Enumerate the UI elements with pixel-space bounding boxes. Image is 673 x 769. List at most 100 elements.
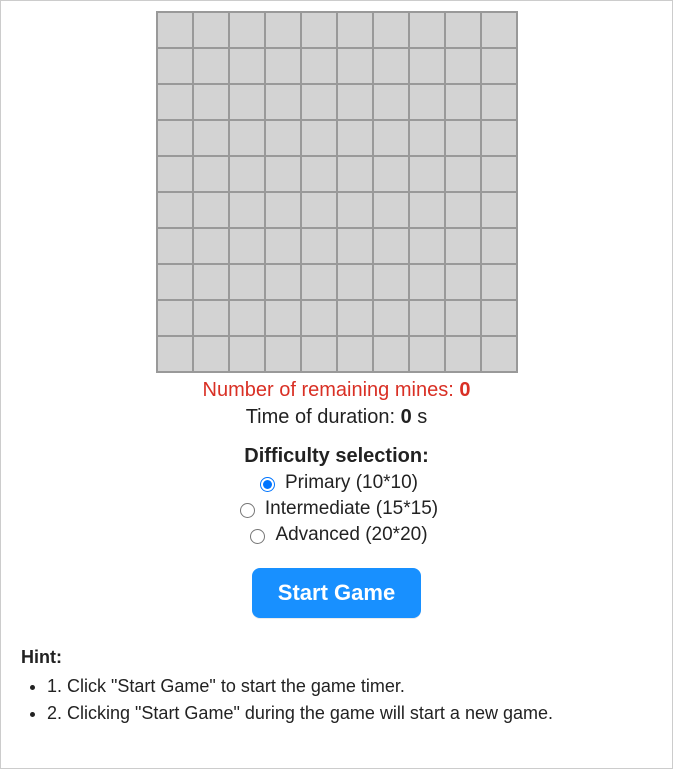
grid-cell[interactable] xyxy=(229,120,265,156)
difficulty-option[interactable]: Primary (10*10) xyxy=(255,472,418,494)
grid-cell[interactable] xyxy=(481,84,517,120)
grid-cell[interactable] xyxy=(193,192,229,228)
start-game-button[interactable]: Start Game xyxy=(252,568,421,618)
grid-cell[interactable] xyxy=(373,84,409,120)
grid-cell[interactable] xyxy=(373,120,409,156)
grid-cell[interactable] xyxy=(265,48,301,84)
grid-cell[interactable] xyxy=(373,264,409,300)
grid-cell[interactable] xyxy=(157,192,193,228)
grid-cell[interactable] xyxy=(337,192,373,228)
grid-cell[interactable] xyxy=(157,300,193,336)
grid-cell[interactable] xyxy=(301,300,337,336)
grid-cell[interactable] xyxy=(445,228,481,264)
grid-cell[interactable] xyxy=(409,84,445,120)
grid-cell[interactable] xyxy=(301,48,337,84)
grid-cell[interactable] xyxy=(265,84,301,120)
grid-cell[interactable] xyxy=(481,336,517,372)
grid-cell[interactable] xyxy=(193,228,229,264)
grid-cell[interactable] xyxy=(229,84,265,120)
grid-cell[interactable] xyxy=(301,192,337,228)
grid-cell[interactable] xyxy=(373,300,409,336)
grid-cell[interactable] xyxy=(157,12,193,48)
grid-cell[interactable] xyxy=(229,264,265,300)
grid-cell[interactable] xyxy=(265,336,301,372)
grid-cell[interactable] xyxy=(157,48,193,84)
grid-cell[interactable] xyxy=(157,228,193,264)
grid-cell[interactable] xyxy=(445,300,481,336)
grid-cell[interactable] xyxy=(337,300,373,336)
grid-cell[interactable] xyxy=(337,120,373,156)
grid-cell[interactable] xyxy=(409,192,445,228)
grid-cell[interactable] xyxy=(337,48,373,84)
grid-cell[interactable] xyxy=(301,84,337,120)
grid-cell[interactable] xyxy=(445,84,481,120)
grid-cell[interactable] xyxy=(157,120,193,156)
grid-cell[interactable] xyxy=(265,120,301,156)
grid-cell[interactable] xyxy=(481,48,517,84)
grid-cell[interactable] xyxy=(229,300,265,336)
grid-cell[interactable] xyxy=(301,120,337,156)
grid-cell[interactable] xyxy=(445,120,481,156)
grid-cell[interactable] xyxy=(301,336,337,372)
grid-cell[interactable] xyxy=(229,156,265,192)
grid-cell[interactable] xyxy=(265,264,301,300)
grid-cell[interactable] xyxy=(265,12,301,48)
difficulty-option[interactable]: Intermediate (15*15) xyxy=(235,498,438,520)
grid-cell[interactable] xyxy=(373,156,409,192)
grid-cell[interactable] xyxy=(193,84,229,120)
grid-cell[interactable] xyxy=(373,12,409,48)
grid-cell[interactable] xyxy=(301,264,337,300)
grid-cell[interactable] xyxy=(409,156,445,192)
grid-cell[interactable] xyxy=(193,156,229,192)
grid-cell[interactable] xyxy=(409,48,445,84)
grid-cell[interactable] xyxy=(193,336,229,372)
grid-cell[interactable] xyxy=(409,300,445,336)
difficulty-option[interactable]: Advanced (20*20) xyxy=(245,524,427,546)
grid-cell[interactable] xyxy=(445,48,481,84)
grid-cell[interactable] xyxy=(481,300,517,336)
grid-cell[interactable] xyxy=(337,228,373,264)
grid-cell[interactable] xyxy=(265,156,301,192)
grid-cell[interactable] xyxy=(373,228,409,264)
grid-cell[interactable] xyxy=(481,192,517,228)
grid-cell[interactable] xyxy=(229,192,265,228)
grid-cell[interactable] xyxy=(481,264,517,300)
grid-cell[interactable] xyxy=(481,228,517,264)
grid-cell[interactable] xyxy=(445,12,481,48)
grid-cell[interactable] xyxy=(229,336,265,372)
grid-cell[interactable] xyxy=(157,156,193,192)
grid-cell[interactable] xyxy=(229,48,265,84)
grid-cell[interactable] xyxy=(481,12,517,48)
grid-cell[interactable] xyxy=(157,336,193,372)
grid-cell[interactable] xyxy=(229,12,265,48)
difficulty-radio[interactable] xyxy=(240,503,255,518)
difficulty-radio[interactable] xyxy=(250,529,265,544)
grid-cell[interactable] xyxy=(193,12,229,48)
grid-cell[interactable] xyxy=(445,336,481,372)
grid-cell[interactable] xyxy=(157,264,193,300)
grid-cell[interactable] xyxy=(193,120,229,156)
grid-cell[interactable] xyxy=(373,48,409,84)
grid-cell[interactable] xyxy=(373,336,409,372)
grid-cell[interactable] xyxy=(409,228,445,264)
grid-cell[interactable] xyxy=(265,192,301,228)
grid-cell[interactable] xyxy=(301,156,337,192)
grid-cell[interactable] xyxy=(193,300,229,336)
grid-cell[interactable] xyxy=(301,12,337,48)
grid-cell[interactable] xyxy=(481,156,517,192)
grid-cell[interactable] xyxy=(337,12,373,48)
grid-cell[interactable] xyxy=(445,192,481,228)
grid-cell[interactable] xyxy=(229,228,265,264)
grid-cell[interactable] xyxy=(301,228,337,264)
grid-cell[interactable] xyxy=(337,336,373,372)
grid-cell[interactable] xyxy=(265,300,301,336)
grid-cell[interactable] xyxy=(409,120,445,156)
grid-cell[interactable] xyxy=(409,12,445,48)
grid-cell[interactable] xyxy=(481,120,517,156)
grid-cell[interactable] xyxy=(409,264,445,300)
grid-cell[interactable] xyxy=(409,336,445,372)
grid-cell[interactable] xyxy=(337,156,373,192)
grid-cell[interactable] xyxy=(337,84,373,120)
grid-cell[interactable] xyxy=(193,264,229,300)
grid-cell[interactable] xyxy=(445,264,481,300)
